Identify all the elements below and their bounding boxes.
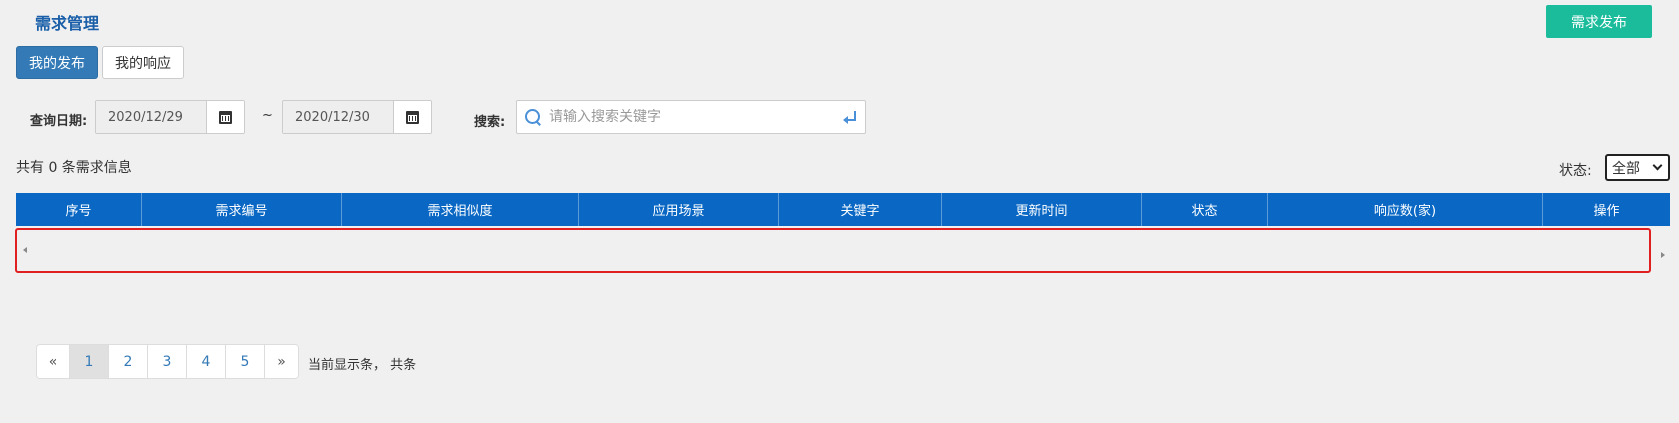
column-header[interactable]: 需求编号 [142, 193, 342, 226]
table-body-empty [15, 228, 1651, 273]
column-header[interactable]: 应用场景 [579, 193, 779, 226]
result-count: 共有 0 条需求信息 [16, 160, 132, 176]
date-from-input[interactable]: 2020/12/29 [96, 101, 206, 133]
table-header: 序号 需求编号 需求相似度 应用场景 关键字 更新时间 状态 响应数(家) 操作 [16, 193, 1670, 226]
date-to-calendar-button[interactable] [393, 101, 431, 133]
publish-demand-button[interactable]: 需求发布 [1546, 5, 1652, 38]
page-button-3[interactable]: 3 [148, 345, 187, 378]
column-header[interactable]: 关键字 [779, 193, 942, 226]
page-button-4[interactable]: 4 [187, 345, 226, 378]
column-header[interactable]: 序号 [16, 193, 142, 226]
date-filter-label: 查询日期: [30, 114, 88, 129]
search-input[interactable] [541, 109, 841, 125]
status-filter-label: 状态: [1559, 163, 1592, 179]
page-button-1[interactable]: 1 [70, 345, 109, 378]
page-title: 需求管理 [35, 14, 100, 33]
date-range-separator: ~ [262, 108, 273, 123]
column-header[interactable]: 响应数(家) [1268, 193, 1543, 226]
column-header[interactable]: 操作 [1543, 193, 1670, 226]
column-header[interactable]: 状态 [1142, 193, 1268, 226]
status-select-value: 全部 [1612, 160, 1640, 177]
calendar-icon [406, 110, 419, 124]
enter-icon[interactable] [841, 109, 857, 125]
date-to-input[interactable]: 2020/12/30 [283, 101, 393, 133]
pagination: « 1 2 3 4 5 » [36, 344, 299, 379]
pagination-info: 当前显示条， 共条 [308, 358, 417, 373]
scroll-right-icon[interactable] [1661, 252, 1665, 258]
date-from-group: 2020/12/29 [95, 100, 245, 134]
scroll-left-icon[interactable] [23, 247, 27, 253]
tab-my-publish[interactable]: 我的发布 [16, 46, 98, 79]
search-icon [525, 109, 541, 125]
column-header[interactable]: 需求相似度 [342, 193, 579, 226]
search-box [516, 100, 866, 134]
status-select[interactable]: 全部 [1605, 154, 1670, 181]
page-next-button[interactable]: » [265, 345, 298, 378]
column-header[interactable]: 更新时间 [942, 193, 1142, 226]
page-button-5[interactable]: 5 [226, 345, 265, 378]
page-prev-button[interactable]: « [37, 345, 70, 378]
calendar-icon [219, 110, 232, 124]
search-label: 搜索: [474, 115, 506, 130]
date-from-calendar-button[interactable] [206, 101, 244, 133]
date-to-group: 2020/12/30 [282, 100, 432, 134]
tab-my-response[interactable]: 我的响应 [102, 46, 184, 79]
page-button-2[interactable]: 2 [109, 345, 148, 378]
chevron-down-icon [1652, 160, 1663, 171]
tab-bar: 我的发布 我的响应 [16, 46, 184, 79]
